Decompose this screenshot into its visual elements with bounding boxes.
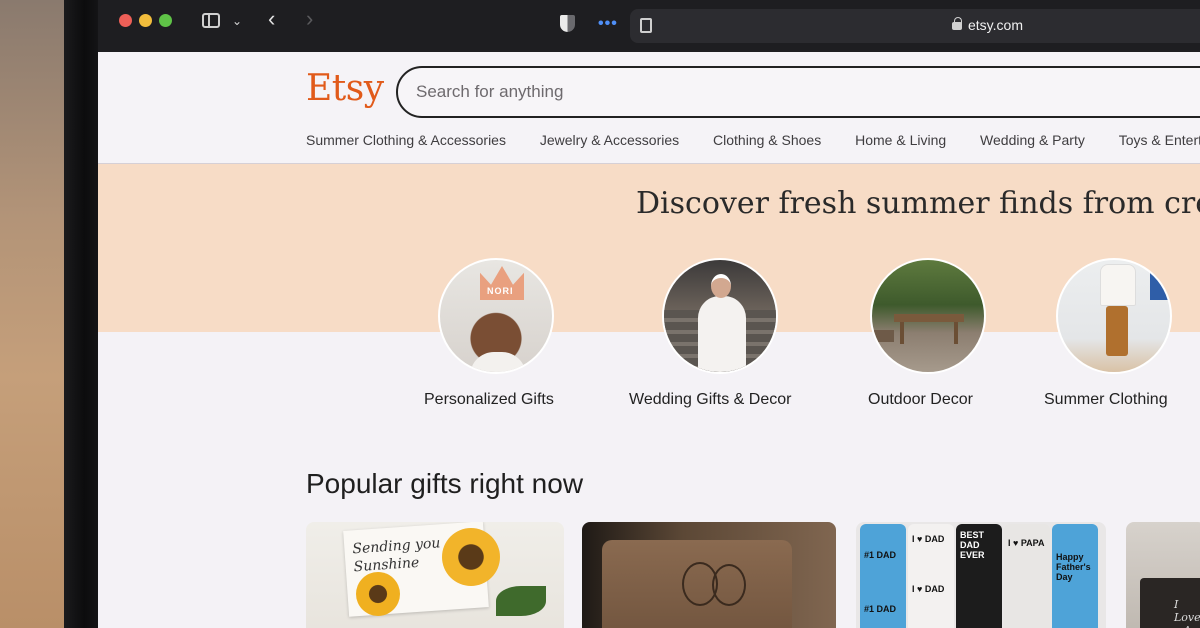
category-summer-clothing-label[interactable]: Summer Clothing — [1044, 391, 1168, 409]
sock-image: BEST DAD EVER — [956, 524, 1002, 628]
sidebar-toggle-icon[interactable] — [202, 13, 220, 28]
lock-icon — [952, 17, 962, 30]
laptop-bezel — [64, 0, 98, 628]
category-outdoor-decor-image[interactable] — [870, 258, 986, 374]
browser-toolbar: ⌄ ‹ › ••• etsy.com — [98, 0, 1200, 52]
sunflower-image — [442, 528, 500, 586]
patio-table-image — [894, 314, 964, 322]
search-bar[interactable]: Search for anything — [396, 66, 1200, 118]
site-header: Etsy Search for anything Summer Clothing… — [98, 52, 1200, 164]
chevron-down-icon[interactable]: ⌄ — [232, 11, 242, 31]
sock-text: I ♥ DAD — [912, 584, 945, 594]
sock-text: #1 DAD — [864, 550, 897, 560]
privacy-shield-icon[interactable] — [560, 15, 575, 32]
popular-gifts-heading: Popular gifts right now — [306, 468, 584, 499]
bench-image — [874, 330, 894, 342]
reader-mode-icon[interactable] — [640, 18, 652, 33]
sock-image: #1 DAD #1 DAD — [860, 524, 906, 628]
desk-background — [0, 0, 70, 628]
sock-text: #1 DAD — [864, 604, 897, 614]
product-card-sunshine-box[interactable]: Sending you Sunshine — [306, 522, 564, 628]
pants-image — [1106, 306, 1128, 356]
category-summer-clothing-image[interactable] — [1056, 258, 1172, 374]
category-wedding-label[interactable]: Wedding Gifts & Decor — [629, 391, 791, 409]
sock-text: I ♥ DAD — [912, 534, 945, 544]
fullscreen-window-button[interactable] — [159, 14, 172, 27]
sock-text: BEST DAD EVER — [960, 530, 985, 560]
product-card-engraved-wallet[interactable] — [582, 522, 836, 628]
bag-text: I Love ~Ar — [1174, 598, 1200, 628]
url-text[interactable]: etsy.com — [968, 17, 1023, 33]
table-leg — [954, 322, 958, 344]
crown-badge-text: NORI — [487, 286, 514, 296]
sunflower-image — [356, 572, 400, 616]
nav-item-clothing-shoes[interactable]: Clothing & Shoes — [713, 132, 821, 148]
sock-image: I ♥ DAD I ♥ DAD — [908, 524, 954, 628]
category-personalized-gifts-image[interactable]: NORI — [438, 258, 554, 374]
nav-item-wedding-party[interactable]: Wedding & Party — [980, 132, 1085, 148]
etsy-page: Etsy Search for anything Summer Clothing… — [98, 52, 1200, 628]
engraved-portrait-image — [712, 564, 746, 606]
nav-item-toys[interactable]: Toys & Enterta — [1119, 132, 1200, 148]
sock-image: I ♥ PAPA — [1004, 524, 1050, 628]
blue-wall-image — [1150, 260, 1170, 300]
nav-item-jewelry[interactable]: Jewelry & Accessories — [540, 132, 679, 148]
category-personalized-gifts-label[interactable]: Personalized Gifts — [424, 391, 554, 409]
back-arrow-icon[interactable]: ‹ — [268, 8, 275, 30]
child-shirt — [470, 352, 526, 372]
etsy-logo[interactable]: Etsy — [306, 68, 384, 109]
leaf-image — [496, 586, 546, 616]
address-bar[interactable]: etsy.com — [630, 9, 1200, 43]
search-input[interactable]: Search for anything — [416, 82, 563, 102]
table-leg — [900, 322, 904, 344]
wedding-dress-image — [698, 296, 746, 372]
bride-head-image — [711, 274, 731, 298]
extensions-dots-icon[interactable]: ••• — [598, 14, 618, 34]
nav-item-summer-clothing[interactable]: Summer Clothing & Accessories — [306, 132, 506, 148]
product-card-dad-socks[interactable]: #1 DAD #1 DAD I ♥ DAD I ♥ DAD BEST DAD E… — [856, 522, 1106, 628]
minimize-window-button[interactable] — [139, 14, 152, 27]
nav-item-home-living[interactable]: Home & Living — [855, 132, 946, 148]
close-window-button[interactable] — [119, 14, 132, 27]
forward-arrow-icon[interactable]: › — [306, 8, 313, 30]
linen-shirt-image — [1100, 264, 1136, 306]
sock-image: Happy Father's Day — [1052, 524, 1098, 628]
category-wedding-image[interactable] — [662, 258, 778, 374]
hero-title: Discover fresh summer finds from creativ — [636, 186, 1200, 221]
sock-text: Happy Father's Day — [1056, 552, 1091, 582]
sock-text: I ♥ PAPA — [1008, 538, 1045, 548]
product-card-personalized-bag[interactable]: I Love ~Ar — [1126, 522, 1200, 628]
category-nav: Summer Clothing & Accessories Jewelry & … — [306, 132, 1200, 156]
category-outdoor-decor-label[interactable]: Outdoor Decor — [868, 391, 973, 409]
